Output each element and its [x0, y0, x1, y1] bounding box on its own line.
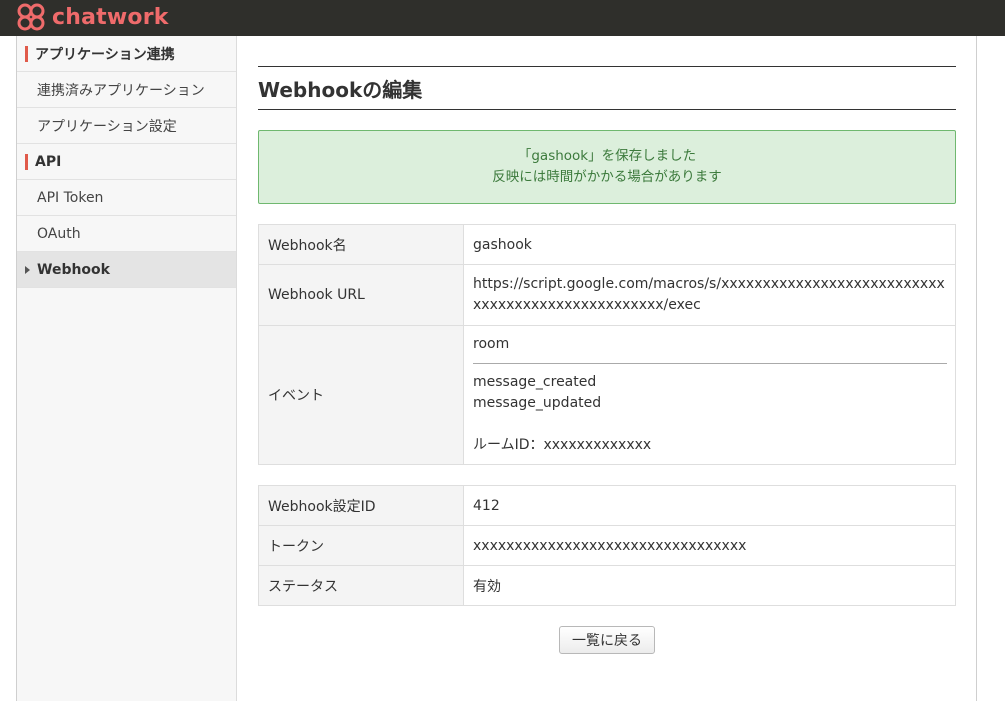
top-bar: chatwork [0, 0, 1005, 36]
main-content: Webhookの編集 「gashook」を保存しました 反映には時間がかかる場合… [258, 36, 956, 654]
caret-right-icon [25, 266, 30, 274]
sidebar-section-title: アプリケーション連携 [35, 46, 175, 63]
back-button-wrap: 一覧に戻る [258, 626, 956, 654]
page-title-bar: Webhookの編集 [258, 66, 956, 110]
sidebar-section-title: API [35, 153, 62, 170]
chatwork-logo-icon [17, 3, 45, 31]
webhook-url-value: https://script.google.com/macros/s/xxxxx… [473, 276, 945, 313]
table-row: ステータス 有効 [258, 565, 956, 606]
sidebar-item-oauth[interactable]: OAuth [17, 216, 236, 252]
notice-line-saved: 「gashook」を保存しました [517, 148, 697, 164]
token-label: トークン [258, 525, 464, 566]
sidebar-section-app-integration: アプリケーション連携 [17, 36, 236, 72]
table-row: イベント room message_created message_update… [258, 325, 956, 465]
sidebar-item-label: OAuth [37, 225, 81, 242]
event-label: イベント [258, 325, 464, 465]
status-value: 有効 [463, 565, 956, 606]
sidebar-item-label: アプリケーション設定 [37, 118, 177, 135]
sidebar-item-connected-apps[interactable]: 連携済みアプリケーション [17, 72, 236, 108]
table-row: トークン xxxxxxxxxxxxxxxxxxxxxxxxxxxxxxxxx [258, 525, 956, 566]
status-label: ステータス [258, 565, 464, 606]
event-message-created: message_created [473, 374, 597, 390]
webhook-setting-id-label: Webhook設定ID [258, 485, 464, 526]
webhook-details-table: Webhook名 gashook Webhook URL https://scr… [258, 224, 956, 465]
success-notice: 「gashook」を保存しました 反映には時間がかかる場合があります [258, 130, 956, 204]
table-row: Webhook URL https://script.google.com/ma… [258, 264, 956, 326]
logo-text: chatwork [52, 4, 169, 30]
chatwork-logo[interactable]: chatwork [16, 2, 169, 32]
back-to-list-button[interactable]: 一覧に戻る [559, 626, 655, 654]
sidebar-section-api: API [17, 144, 236, 180]
sidebar-item-api-token[interactable]: API Token [17, 180, 236, 216]
event-message-updated: message_updated [473, 395, 602, 411]
sidebar: アプリケーション連携 連携済みアプリケーション アプリケーション設定 API A… [17, 36, 237, 701]
sidebar-item-webhook[interactable]: Webhook [17, 252, 236, 288]
webhook-info-table: Webhook設定ID 412 トークン xxxxxxxxxxxxxxxxxxx… [258, 485, 956, 606]
sidebar-item-label: Webhook [37, 261, 110, 278]
webhook-name-label: Webhook名 [258, 224, 464, 265]
sidebar-item-label: API Token [37, 189, 104, 206]
table-row: Webhook名 gashook [258, 224, 956, 265]
webhook-name-value: gashook [463, 224, 956, 265]
webhook-url-label: Webhook URL [258, 264, 464, 326]
page-title: Webhookの編集 [258, 77, 423, 102]
content-border-right [976, 36, 977, 701]
room-id-value: ルームID：xxxxxxxxxxxxx [473, 437, 652, 453]
notice-line-delay: 反映には時間がかかる場合があります [492, 169, 722, 185]
event-group-room: room [473, 336, 510, 352]
token-value: xxxxxxxxxxxxxxxxxxxxxxxxxxxxxxxxx [463, 525, 956, 566]
sidebar-item-app-settings[interactable]: アプリケーション設定 [17, 108, 236, 144]
sidebar-item-label: 連携済みアプリケーション [37, 82, 205, 99]
webhook-setting-id-value: 412 [463, 485, 956, 526]
table-row: Webhook設定ID 412 [258, 485, 956, 526]
event-divider [473, 363, 947, 364]
